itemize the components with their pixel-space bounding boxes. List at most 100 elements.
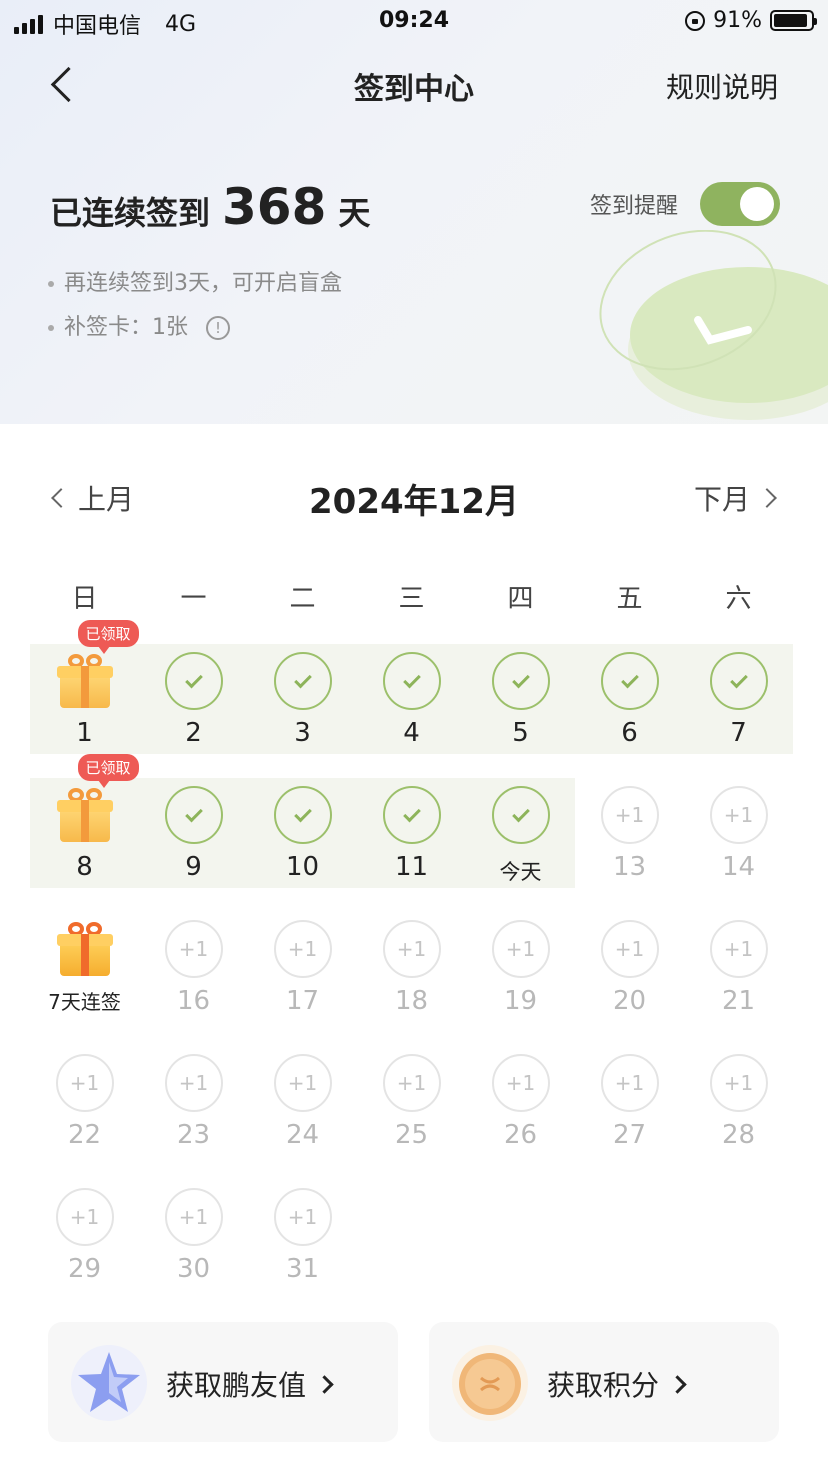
- day-cell-future[interactable]: +1 16: [139, 912, 248, 1046]
- day-number: 28: [721, 1120, 756, 1150]
- day-cell-streak-gift[interactable]: 7天连签: [30, 912, 139, 1046]
- star-crystal-icon: [71, 1345, 147, 1421]
- day-cell-future[interactable]: +1 25: [357, 1046, 466, 1180]
- next-month-label: 下月: [693, 483, 750, 516]
- weekday-fri: 五: [616, 584, 643, 614]
- plus-one-badge: +1: [709, 1054, 768, 1112]
- day-cell-claimed[interactable]: 已领取 8: [30, 754, 139, 912]
- claimed-badge: 已领取: [77, 754, 139, 788]
- day-cell-signed[interactable]: 7: [684, 644, 793, 778]
- day-number: 30: [176, 1254, 211, 1284]
- next-month-button[interactable]: 下月: [693, 478, 777, 518]
- weekday-sat: 六: [725, 584, 752, 614]
- plus-one-badge: +1: [273, 920, 332, 978]
- toggle-knob: [740, 187, 774, 221]
- rules-link[interactable]: 规则说明: [666, 66, 778, 106]
- month-switcher: 上月 2024年12月 下月: [0, 470, 828, 530]
- plus-one-badge: +1: [55, 1054, 114, 1112]
- day-cell-signed[interactable]: 2: [139, 644, 248, 778]
- plus-one-badge: +1: [164, 1188, 223, 1246]
- day-number: 1: [76, 718, 93, 748]
- day-cell-future[interactable]: +1 29: [30, 1180, 139, 1314]
- day-cell-future[interactable]: +1 28: [684, 1046, 793, 1180]
- day-cell-future[interactable]: +1 19: [466, 912, 575, 1046]
- plus-one-badge: +1: [273, 1054, 332, 1112]
- day-cell-future[interactable]: +1 14: [684, 778, 793, 912]
- check-icon: [273, 652, 332, 710]
- day-cell-today[interactable]: 今天: [466, 778, 575, 912]
- get-points-card[interactable]: 获取积分: [429, 1322, 779, 1442]
- day-number: 7: [730, 718, 747, 748]
- header-panel: 中国电信 4G 09:24 91% 签到中心 规则说明 已连续签到 368 天 …: [0, 0, 828, 424]
- gift-icon: [56, 918, 114, 978]
- get-friend-value-card[interactable]: 获取鹏友值: [48, 1322, 398, 1442]
- day-cell-future[interactable]: +1 27: [575, 1046, 684, 1180]
- plus-one-badge: +1: [600, 1054, 659, 1112]
- streak-summary: 已连续签到 368 天: [50, 178, 370, 236]
- day-number: 13: [612, 852, 647, 882]
- chevron-right-icon: [757, 488, 777, 508]
- day-number: 10: [285, 852, 320, 882]
- reminder-toggle[interactable]: [700, 182, 780, 226]
- check-icon: [709, 652, 768, 710]
- gift-icon: 已领取: [56, 620, 139, 710]
- day-cell-signed[interactable]: 9: [139, 778, 248, 912]
- day-cell-future[interactable]: +1 13: [575, 778, 684, 912]
- gold-coin-icon: [452, 1345, 528, 1421]
- plus-one-badge: +1: [709, 920, 768, 978]
- day-cell-future[interactable]: +1 24: [248, 1046, 357, 1180]
- gift-icon: 已领取: [56, 754, 139, 844]
- day-number: 16: [176, 986, 211, 1016]
- get-friend-value-label: 获取鹏友值: [166, 1369, 307, 1402]
- streak-prefix: 已连续签到: [50, 194, 211, 232]
- tip-blind-box: 再连续签到3天，可开启盲盒: [64, 271, 342, 296]
- day-number: 2: [185, 718, 202, 748]
- status-bar: 中国电信 4G 09:24 91%: [0, 0, 828, 44]
- day-number: 25: [394, 1120, 429, 1150]
- today-label: 今天: [499, 860, 542, 884]
- claimed-badge: 已领取: [77, 620, 139, 654]
- day-number: 6: [621, 718, 638, 748]
- streak-days: 368: [222, 178, 327, 236]
- day-cell-future[interactable]: +1 26: [466, 1046, 575, 1180]
- tips-list: 再连续签到3天，可开启盲盒 补签卡：1张!: [48, 262, 342, 350]
- day-number: 14: [721, 852, 756, 882]
- day-cell-signed[interactable]: 11: [357, 778, 466, 912]
- weekday-sun: 日: [71, 584, 98, 614]
- streak-gift-label: 7天连签: [48, 990, 121, 1014]
- chevron-right-icon: [668, 1374, 687, 1394]
- day-number: 18: [394, 986, 429, 1016]
- day-cell-signed[interactable]: 10: [248, 778, 357, 912]
- day-cell-signed[interactable]: 4: [357, 644, 466, 778]
- day-cell-signed[interactable]: 3: [248, 644, 357, 778]
- day-cell-future[interactable]: +1 21: [684, 912, 793, 1046]
- day-cell-future[interactable]: +1 31: [248, 1180, 357, 1314]
- day-cell-future[interactable]: +1 18: [357, 912, 466, 1046]
- reminder-label: 签到提醒: [590, 194, 679, 219]
- day-cell-signed[interactable]: 6: [575, 644, 684, 778]
- check-icon: [382, 786, 441, 844]
- check-icon: [491, 786, 550, 844]
- rotation-lock-icon: [685, 10, 706, 31]
- check-icon: [491, 652, 550, 710]
- day-cell-future[interactable]: +1 22: [30, 1046, 139, 1180]
- day-cell-future[interactable]: +1 23: [139, 1046, 248, 1180]
- bullet-icon: [48, 325, 54, 331]
- get-points-label: 获取积分: [547, 1369, 660, 1402]
- plus-one-badge: +1: [491, 920, 550, 978]
- day-number: 31: [285, 1254, 320, 1284]
- plus-one-badge: +1: [382, 1054, 441, 1112]
- check-icon: [273, 786, 332, 844]
- day-cell-signed[interactable]: 5: [466, 644, 575, 778]
- day-cell-future[interactable]: +1 17: [248, 912, 357, 1046]
- info-icon[interactable]: !: [206, 316, 230, 340]
- day-number: 5: [512, 718, 529, 748]
- day-cell-future[interactable]: +1 20: [575, 912, 684, 1046]
- nav-bar: 签到中心 规则说明: [0, 56, 828, 116]
- day-number: 19: [503, 986, 538, 1016]
- day-number: 29: [67, 1254, 102, 1284]
- plus-one-badge: +1: [382, 920, 441, 978]
- day-cell-future[interactable]: +1 30: [139, 1180, 248, 1314]
- weekday-tue: 二: [289, 584, 316, 614]
- day-number: 20: [612, 986, 647, 1016]
